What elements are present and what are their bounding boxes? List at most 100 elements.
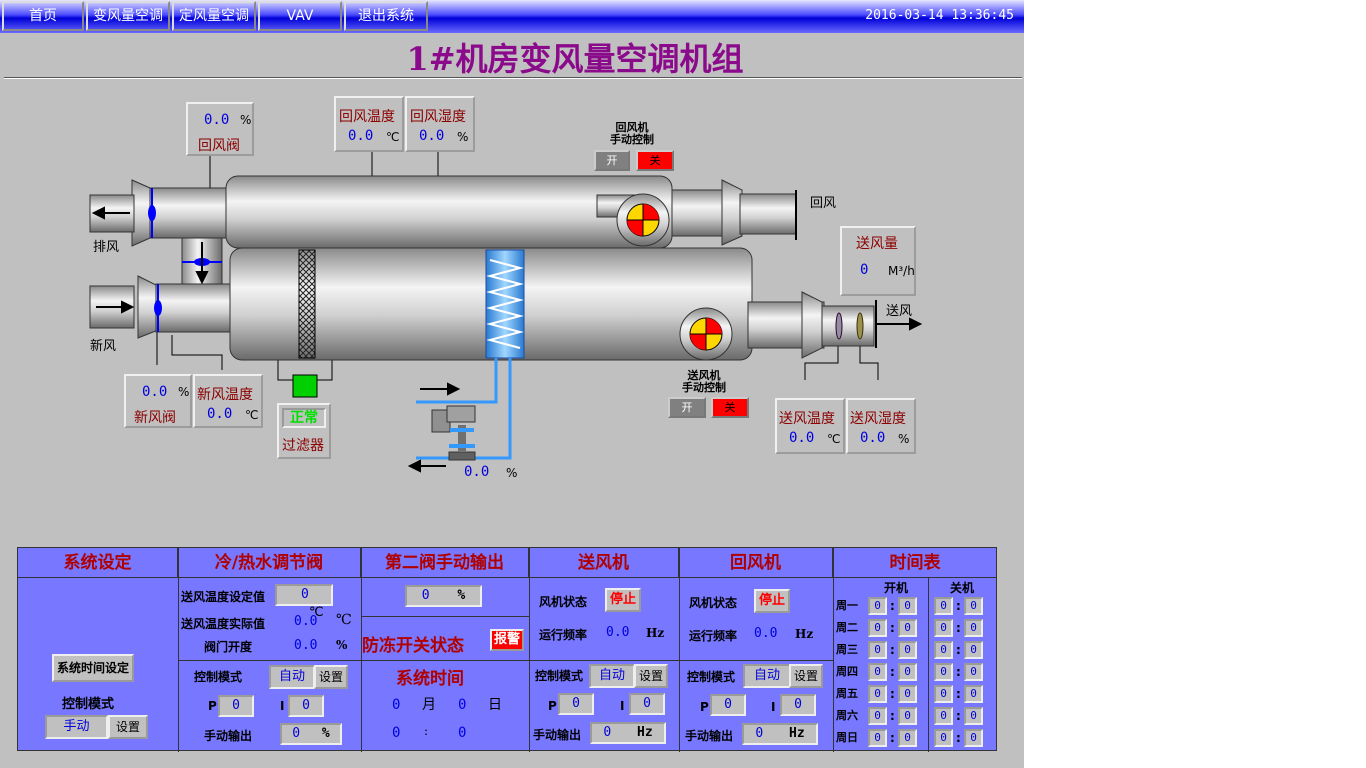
return-fan-off-button[interactable]: 关 xyxy=(636,150,674,171)
schedule-off-hour-input[interactable]: 0 xyxy=(934,685,953,703)
systime-hour: 0 xyxy=(392,725,401,741)
systime-minute: 0 xyxy=(458,725,467,741)
schedule-on-minute-input[interactable]: 0 xyxy=(898,685,917,703)
supply-volume-label: 送风量 xyxy=(856,236,898,252)
schedule-on-hour-input[interactable]: 0 xyxy=(868,663,887,681)
divider xyxy=(529,548,530,752)
divider xyxy=(928,578,929,752)
schedule-on-minute-input[interactable]: 0 xyxy=(898,729,917,747)
valve-actual-label: 送风温度实际值 xyxy=(181,617,266,631)
schedule-on-minute-input[interactable]: 0 xyxy=(898,619,917,637)
schedule-separator: : xyxy=(956,731,961,745)
valve-manual-input[interactable]: 0 % xyxy=(280,723,342,745)
return-fan-p-input[interactable]: 0 xyxy=(710,694,746,716)
return-fan-mode-value: 自动 xyxy=(743,664,791,688)
schedule-off-hour-input[interactable]: 0 xyxy=(934,619,953,637)
schedule-on-minute-input[interactable]: 0 xyxy=(898,641,917,659)
supply-fan-i-input[interactable]: 0 xyxy=(629,693,665,715)
schedule-day-label: 周五 xyxy=(836,687,858,700)
nav-home-button[interactable]: 首页 xyxy=(2,1,84,31)
supply-temp-value: 0.0 xyxy=(789,430,815,446)
schedule-on-minute-input[interactable]: 0 xyxy=(898,707,917,725)
schedule-off-minute-input[interactable]: 0 xyxy=(964,685,983,703)
valve-setpoint-input[interactable]: 0 ℃ xyxy=(275,584,333,620)
schedule-off-hour-input[interactable]: 0 xyxy=(934,729,953,747)
nav-vav-button[interactable]: VAV xyxy=(258,1,342,31)
valve-open-value: 0.0 xyxy=(294,638,318,653)
valve-manual-value: 0 xyxy=(292,726,301,741)
supply-temp-panel: 送风温度 0.0 ℃ xyxy=(775,398,845,454)
supply-fan-manual-unit: Hz xyxy=(637,725,653,740)
schedule-separator: : xyxy=(956,687,961,701)
filter-panel: 正常 过滤器 xyxy=(277,403,331,459)
supply-air-label: 送风 xyxy=(886,304,913,319)
schedule-off-minute-input[interactable]: 0 xyxy=(964,663,983,681)
valve-actual-value: 0.0 xyxy=(294,614,318,629)
divider xyxy=(529,660,833,661)
sys-mode-set-button[interactable]: 设置 xyxy=(108,715,148,739)
schedule-off-minute-input[interactable]: 0 xyxy=(964,619,983,637)
supply-fan-mode-set-button[interactable]: 设置 xyxy=(634,664,668,688)
schedule-off-hour-input[interactable]: 0 xyxy=(934,663,953,681)
valve-mode-set-button[interactable]: 设置 xyxy=(314,665,348,689)
schedule-off-minute-input[interactable]: 0 xyxy=(964,729,983,747)
return-damper-label: 回风阀 xyxy=(198,138,240,154)
schedule-off-hour-input[interactable]: 0 xyxy=(934,641,953,659)
sys-mode-value: 手动 xyxy=(45,715,108,739)
return-humid-unit: % xyxy=(457,130,469,144)
return-temp-unit: ℃ xyxy=(386,130,400,144)
fresh-air-label: 新风 xyxy=(90,339,117,354)
supply-fan-p-label: P xyxy=(548,699,557,713)
systime-colon: : xyxy=(424,724,429,738)
valve-open-unit: % xyxy=(336,638,348,652)
supply-fan-mode-value: 自动 xyxy=(589,664,635,688)
supply-fan-on-button[interactable]: 开 xyxy=(668,397,706,418)
return-fan-mode-set-button[interactable]: 设置 xyxy=(789,664,823,688)
return-fan-manual-label: 手动输出 xyxy=(685,729,734,743)
return-fan-i-input[interactable]: 0 xyxy=(780,694,816,716)
schedule-separator: : xyxy=(890,621,895,635)
return-damper-value: 0.0 xyxy=(204,112,230,128)
return-fan-on-button[interactable]: 开 xyxy=(594,150,630,171)
nav-cav-ac-button[interactable]: 定风量空调 xyxy=(172,1,256,31)
supply-fan-manual-input[interactable]: 0 Hz xyxy=(590,722,666,744)
supply-fan-manual-label: 手动输出 xyxy=(533,728,582,742)
supply-fan-p-input[interactable]: 0 xyxy=(558,693,594,715)
water-valve-value: 0.0 xyxy=(464,464,490,480)
return-fan-ctrl-line2: 手动控制 xyxy=(610,133,654,146)
nav-vav-ac-button[interactable]: 变风量空调 xyxy=(86,1,170,31)
schedule-on-hour-input[interactable]: 0 xyxy=(868,619,887,637)
fresh-damper-panel: 0.0 % 新风阀 xyxy=(124,374,192,428)
schedule-on-minute-input[interactable]: 0 xyxy=(898,597,917,615)
supply-volume-unit: M³/h xyxy=(888,264,915,278)
return-air-label: 回风 xyxy=(810,196,837,211)
valve-header: 冷/热水调节阀 xyxy=(178,548,361,578)
supply-fan-i-label: I xyxy=(620,699,625,713)
schedule-on-minute-input[interactable]: 0 xyxy=(898,663,917,681)
system-time-label: 系统时间 xyxy=(396,669,464,689)
system-time-set-button[interactable]: 系统时间设定 xyxy=(52,654,134,682)
schedule-off-hour-input[interactable]: 0 xyxy=(934,707,953,725)
nav-exit-button[interactable]: 退出系统 xyxy=(344,1,428,31)
supply-humid-label: 送风湿度 xyxy=(850,411,906,427)
schedule-on-hour-input[interactable]: 0 xyxy=(868,729,887,747)
schedule-off-hour-input[interactable]: 0 xyxy=(934,597,953,615)
schedule-off-minute-input[interactable]: 0 xyxy=(964,707,983,725)
fresh-damper-value: 0.0 xyxy=(142,384,168,400)
schedule-on-hour-input[interactable]: 0 xyxy=(868,685,887,703)
fresh-temp-panel: 新风温度 0.0 ℃ xyxy=(193,374,263,428)
return-fan-p-label: P xyxy=(700,700,709,714)
schedule-on-hour-input[interactable]: 0 xyxy=(868,707,887,725)
valve-i-input[interactable]: 0 xyxy=(288,695,324,717)
valve-p-input[interactable]: 0 xyxy=(218,695,254,717)
return-fan-manual-input[interactable]: 0 Hz xyxy=(742,723,818,745)
supply-fan-off-button[interactable]: 关 xyxy=(711,397,749,418)
schedule-off-minute-input[interactable]: 0 xyxy=(964,597,983,615)
schedule-separator: : xyxy=(956,665,961,679)
second-valve-input[interactable]: 0 % xyxy=(405,585,482,607)
schedule-on-hour-input[interactable]: 0 xyxy=(868,641,887,659)
schedule-on-hour-input[interactable]: 0 xyxy=(868,597,887,615)
schedule-off-minute-input[interactable]: 0 xyxy=(964,641,983,659)
return-humid-panel: 回风湿度 0.0 % xyxy=(405,96,475,152)
schedule-separator: : xyxy=(890,643,895,657)
